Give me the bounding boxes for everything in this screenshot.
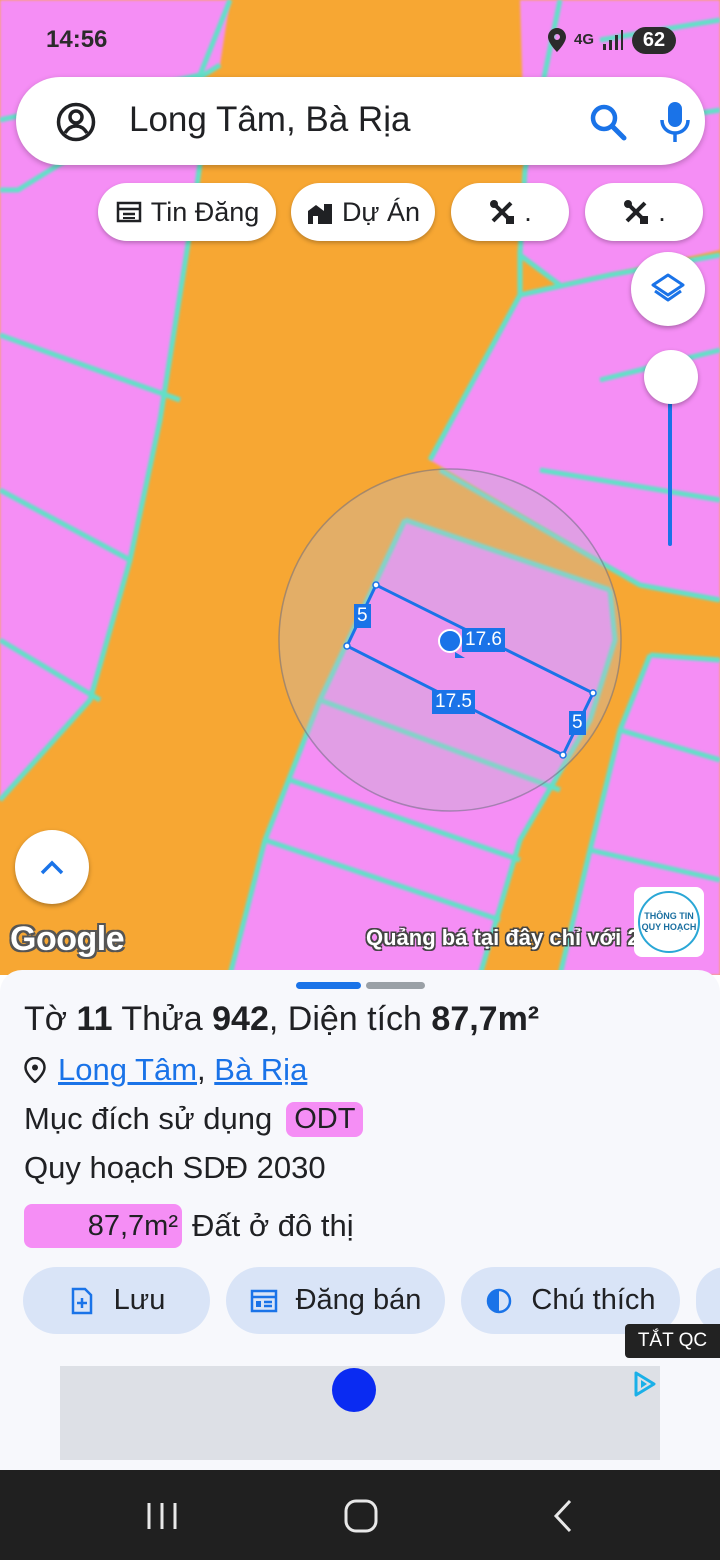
status-time: 14:56 <box>46 26 108 53</box>
expand-up-button[interactable] <box>15 830 89 904</box>
save-button-label: Lưu <box>113 1284 166 1316</box>
plot-number: 942 <box>212 1000 269 1038</box>
save-add-icon <box>71 1287 92 1314</box>
chip-tin-dang[interactable]: Tin Đăng <box>98 183 276 241</box>
layers-icon <box>651 273 685 302</box>
listing-icon <box>116 201 141 223</box>
promo-logo[interactable]: THÔNG TIN QUY HOẠCH <box>634 887 704 957</box>
close-ad-button[interactable]: TẮT QC <box>625 1324 720 1358</box>
opacity-slider-thumb[interactable] <box>644 350 698 404</box>
measure-label-top: 17.6 <box>462 628 505 652</box>
measure-label-bottom: 17.5 <box>432 690 475 714</box>
parcel-area: 87,7m² <box>431 1000 540 1038</box>
ad-choices-icon[interactable] <box>630 1370 658 1398</box>
post-sale-icon <box>250 1289 277 1312</box>
search-query-text[interactable]: Long Tâm, Bà Rịa <box>129 100 410 140</box>
ward-link[interactable]: Long Tâm <box>58 1052 197 1087</box>
map-view[interactable]: 5 17.6 17.5 5 14:56 4G 62 Long Tâm, Bà R… <box>0 0 720 975</box>
tools-icon <box>490 200 515 224</box>
layers-button[interactable] <box>631 252 705 326</box>
location-pin-icon <box>24 1057 46 1083</box>
legend-button-label: Chú thích <box>531 1284 656 1316</box>
system-navigation-bar <box>0 1470 720 1560</box>
parcel-title: Tờ 11 Thửa 942, Diện tích 87,7m² <box>24 1000 540 1038</box>
plan-area-row: 87,7m² Đất ở đô thị <box>24 1204 354 1248</box>
location-status-icon <box>547 28 566 52</box>
chip-du-an[interactable]: Dự Án <box>291 183 435 241</box>
chip-label: . <box>658 196 666 227</box>
recent-apps-icon[interactable] <box>142 1498 182 1534</box>
promo-logo-line1: THÔNG TIN <box>644 911 694 921</box>
sheet-handle[interactable] <box>296 982 361 989</box>
sheet-number: 11 <box>76 1000 113 1038</box>
chip-tools-2[interactable]: . <box>585 183 703 241</box>
chevron-up-icon <box>40 860 64 875</box>
land-use-code-badge: ODT <box>286 1101 364 1137</box>
signal-icon <box>603 30 623 50</box>
sheet-handle-secondary[interactable] <box>366 982 425 989</box>
measure-label-right: 5 <box>569 711 586 735</box>
network-type-icon: 4G <box>573 31 594 48</box>
ad-banner[interactable] <box>60 1366 660 1460</box>
search-bar[interactable]: Long Tâm, Bà Rịa <box>16 77 705 165</box>
promo-text: Quảng bá tại đây chỉ với 2030 <box>366 925 677 950</box>
plan-area-swatch: 87,7m² <box>24 1204 182 1248</box>
back-icon[interactable] <box>544 1498 584 1534</box>
ad-graphic <box>332 1368 376 1412</box>
post-sale-button-label: Đăng bán <box>295 1284 422 1316</box>
chip-label: Tin Đăng <box>150 196 260 227</box>
account-icon[interactable] <box>56 102 96 142</box>
tools-icon <box>624 200 649 224</box>
promo-logo-line2: QUY HOẠCH <box>641 922 697 932</box>
save-button[interactable]: Lưu <box>23 1267 210 1334</box>
google-attribution: Google <box>10 920 125 958</box>
city-link[interactable]: Bà Rịa <box>214 1052 307 1087</box>
status-bar: 14:56 4G 62 <box>0 22 720 58</box>
chip-label: . <box>524 196 532 227</box>
chip-label: Dự Án <box>341 196 421 227</box>
plan-heading: Quy hoạch SDĐ 2030 <box>24 1150 326 1185</box>
mic-icon[interactable] <box>658 101 692 143</box>
my-location-dot <box>438 629 462 653</box>
battery-indicator: 62 <box>632 26 676 54</box>
land-use-purpose-row: Mục đích sử dụng ODT <box>24 1101 364 1137</box>
measure-label-left: 5 <box>354 604 371 628</box>
plan-use-label: Đất ở đô thị <box>192 1208 354 1243</box>
search-icon[interactable] <box>589 103 627 141</box>
chip-tools-1[interactable]: . <box>451 183 569 241</box>
buildings-icon <box>307 204 332 224</box>
location-row: Long Tâm, Bà Rịa <box>24 1052 307 1088</box>
legend-icon <box>487 1288 512 1313</box>
home-icon[interactable] <box>341 1498 381 1534</box>
post-sale-button[interactable]: Đăng bán <box>226 1267 445 1334</box>
